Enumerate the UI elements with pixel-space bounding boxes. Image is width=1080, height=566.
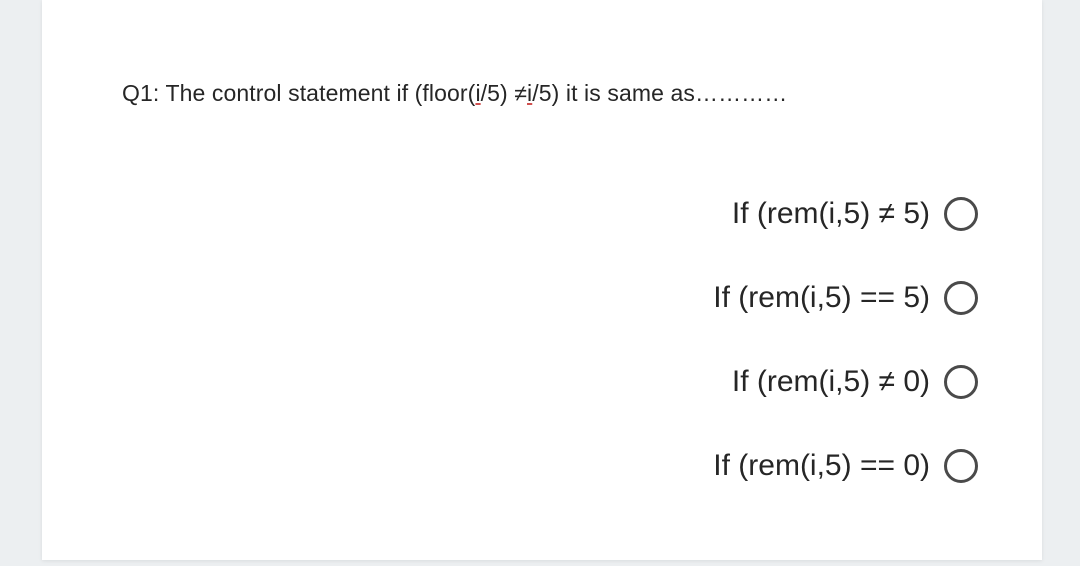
option-row: If (rem(i,5) ≠ 0) (122, 365, 982, 399)
option-row: If (rem(i,5) ≠ 5) (122, 197, 982, 231)
option-label: If (rem(i,5) == 0) (713, 449, 930, 483)
question-mid1: /5) ≠ (481, 80, 527, 106)
option-label: If (rem(i,5) ≠ 5) (732, 197, 930, 231)
radio-icon[interactable] (944, 281, 978, 315)
radio-icon[interactable] (944, 365, 978, 399)
option-row: If (rem(i,5) == 5) (122, 281, 982, 315)
option-label: If (rem(i,5) == 5) (713, 281, 930, 315)
question-text: Q1: The control statement if (floor(i/5)… (122, 80, 982, 107)
question-prefix: Q1: The control statement if (floor( (122, 80, 475, 106)
question-end: /5) it is same as………… (532, 80, 787, 106)
radio-icon[interactable] (944, 197, 978, 231)
radio-icon[interactable] (944, 449, 978, 483)
option-row: If (rem(i,5) == 0) (122, 449, 982, 483)
question-card: Q1: The control statement if (floor(i/5)… (42, 0, 1042, 560)
options-list: If (rem(i,5) ≠ 5) If (rem(i,5) == 5) If … (122, 197, 982, 483)
option-label: If (rem(i,5) ≠ 0) (732, 365, 930, 399)
